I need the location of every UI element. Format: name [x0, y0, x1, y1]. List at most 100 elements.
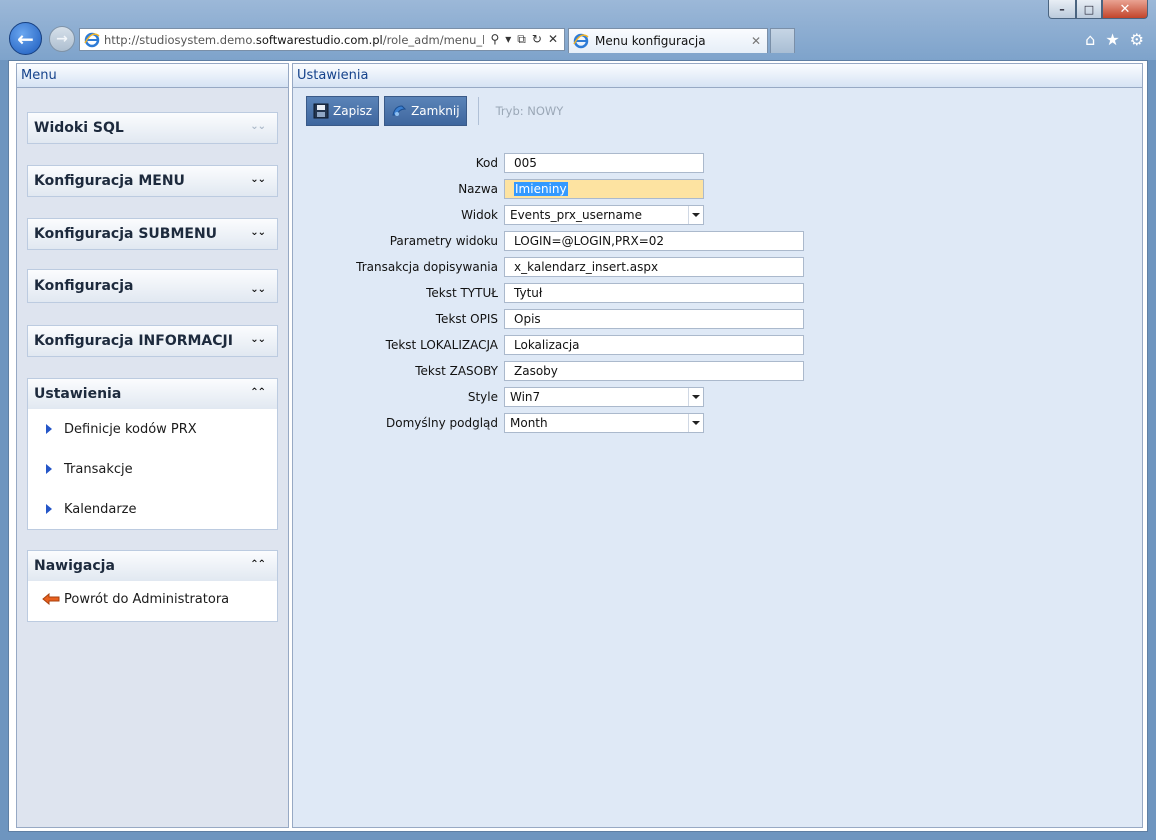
browser-chrome: – □ ✕ ← → http://studiosystem.demo.softw… [0, 0, 1156, 60]
menu-item-label: Kalendarze [64, 501, 137, 517]
zasoby-input[interactable]: Zasoby [504, 361, 804, 381]
section-title: Nawigacja [34, 558, 115, 574]
section-title: Konfiguracja SUBMENU [34, 226, 218, 242]
dropdown-icon[interactable]: ▾ [505, 32, 511, 47]
section-header[interactable]: Widoki SQL ⌄⌄ [28, 113, 277, 143]
tab-title: Menu konfiguracja [595, 34, 706, 48]
refresh-icon[interactable]: ↻ [532, 32, 542, 47]
nazwa-input[interactable]: Imieniny [504, 179, 704, 199]
transakcja-input[interactable]: x_kalendarz_insert.aspx [504, 257, 804, 277]
minimize-button[interactable]: – [1048, 0, 1076, 19]
tytul-label: Tekst TYTUŁ [426, 286, 498, 300]
compat-view-icon[interactable]: ⧉ [517, 32, 526, 47]
form-row-kod: Kod [293, 153, 498, 173]
triangle-right-icon [46, 424, 52, 434]
chevron-down-icon[interactable] [688, 414, 703, 432]
ie-logo-icon [573, 33, 589, 49]
forward-arrow-icon: → [56, 31, 68, 47]
save-label: Zapisz [333, 104, 373, 118]
close-window-button[interactable]: ✕ [1102, 0, 1148, 19]
kod-label: Kod [475, 156, 498, 170]
menu-item-powrot[interactable]: Powrót do Administratora [28, 581, 277, 621]
form-row-style: Style [293, 387, 498, 407]
section-konfiguracja-informacji: Konfiguracja INFORMACJI ⌄⌄ [27, 325, 278, 357]
section-nawigacja: Nawigacja ⌃⌃ Powrót do Administratora [27, 550, 278, 622]
menu-item-transakcje[interactable]: Transakcje [28, 449, 277, 489]
parametry-input[interactable]: LOGIN=@LOGIN,PRX=02 [504, 231, 804, 251]
section-title: Ustawienia [34, 386, 122, 402]
widok-select[interactable]: Events_prx_username [504, 205, 704, 225]
window-controls: – □ ✕ [1048, 0, 1148, 20]
section-konfiguracja-menu: Konfiguracja MENU ⌄⌄ [27, 165, 278, 197]
favorites-star-icon[interactable]: ★ [1105, 30, 1119, 49]
maximize-button[interactable]: □ [1076, 0, 1102, 19]
section-header[interactable]: Ustawienia ⌃⌃ [28, 379, 277, 409]
forward-button[interactable]: → [49, 26, 75, 52]
chevron-down-icon[interactable]: ⌄⌄ [250, 121, 266, 132]
back-button[interactable]: ← [9, 22, 42, 55]
section-header[interactable]: Konfiguracja MENU ⌄⌄ [28, 166, 277, 196]
form-row-widok: Widok [293, 205, 498, 225]
chevron-down-icon[interactable]: ⌄⌄ [250, 174, 266, 185]
chevron-down-icon[interactable]: ⌄⌄ [250, 284, 266, 295]
close-label: Zamknij [411, 104, 460, 118]
nazwa-selected-text: Imieniny [514, 182, 568, 196]
form-row-lokalizacja: Tekst LOKALIZACJA [293, 335, 498, 355]
gear-icon[interactable]: ⚙ [1130, 30, 1144, 49]
form-row-podglad: Domyślny podgląd [293, 413, 498, 433]
search-icon[interactable]: ⚲ [490, 32, 499, 47]
section-title: Konfiguracja INFORMACJI [34, 333, 233, 349]
settings-panel-header: Ustawienia [293, 64, 1142, 88]
section-title: Widoki SQL [34, 120, 124, 136]
form-row-transakcja: Transakcja dopisywania [293, 257, 498, 277]
chevron-up-icon[interactable]: ⌃⌃ [250, 559, 266, 570]
chevron-down-icon[interactable] [688, 388, 703, 406]
stop-icon[interactable]: ✕ [548, 32, 558, 47]
opis-label: Tekst OPIS [435, 312, 498, 326]
section-title: Konfiguracja [34, 278, 134, 294]
back-arrow-icon [42, 593, 60, 605]
url-suffix: /role_adm/menu_kon [382, 32, 485, 47]
section-header[interactable]: Konfiguracja INFORMACJI ⌄⌄ [28, 326, 277, 356]
tab-close-icon[interactable]: ✕ [751, 34, 761, 48]
menu-panel-header: Menu [17, 64, 288, 88]
chevron-down-icon[interactable]: ⌄⌄ [250, 334, 266, 345]
section-header[interactable]: Nawigacja ⌃⌃ [28, 551, 277, 581]
save-button[interactable]: Zapisz [306, 96, 380, 126]
style-value: Win7 [510, 390, 541, 404]
chevron-down-icon[interactable]: ⌄⌄ [250, 227, 266, 238]
form-row-opis: Tekst OPIS [293, 309, 498, 329]
opis-input[interactable]: Opis [504, 309, 804, 329]
form-row-zasoby: Tekst ZASOBY [293, 361, 498, 381]
lokalizacja-label: Tekst LOKALIZACJA [385, 338, 498, 352]
style-select[interactable]: Win7 [504, 387, 704, 407]
menu-item-definicje-kodow[interactable]: Definicje kodów PRX [28, 409, 277, 449]
podglad-label: Domyślny podgląd [386, 416, 498, 430]
triangle-right-icon [46, 464, 52, 474]
triangle-right-icon [46, 504, 52, 514]
toolbar-separator [477, 97, 479, 125]
address-bar[interactable]: http://studiosystem.demo.softwarestudio.… [79, 28, 565, 51]
section-header[interactable]: Konfiguracja ⌄⌄ [28, 270, 277, 302]
section-header[interactable]: Konfiguracja SUBMENU ⌄⌄ [28, 219, 277, 249]
podglad-value: Month [510, 416, 548, 430]
menu-item-kalendarze[interactable]: Kalendarze [28, 489, 277, 529]
section-ustawienia: Ustawienia ⌃⌃ Definicje kodów PRX Transak… [27, 378, 278, 530]
url-prefix: http://studiosystem.demo. [104, 32, 256, 47]
chevron-down-icon[interactable] [688, 206, 703, 224]
address-actions: ⚲ ▾ ⧉ ↻ ✕ [484, 32, 564, 47]
menu-item-label: Definicje kodów PRX [64, 421, 197, 437]
widok-value: Events_prx_username [510, 208, 642, 222]
podglad-select[interactable]: Month [504, 413, 704, 433]
kod-input[interactable]: 005 [504, 153, 704, 173]
form-row-nazwa: Nazwa [293, 179, 498, 199]
new-tab-button[interactable] [770, 28, 795, 53]
home-icon[interactable]: ⌂ [1085, 30, 1095, 49]
widok-label: Widok [461, 208, 498, 222]
form-row-tytul: Tekst TYTUŁ [293, 283, 498, 303]
chevron-up-icon[interactable]: ⌃⌃ [250, 387, 266, 398]
lokalizacja-input[interactable]: Lokalizacja [504, 335, 804, 355]
close-button[interactable]: Zamknij [384, 96, 467, 126]
browser-tab[interactable]: Menu konfiguracja ✕ [568, 28, 768, 53]
tytul-input[interactable]: Tytuł [504, 283, 804, 303]
